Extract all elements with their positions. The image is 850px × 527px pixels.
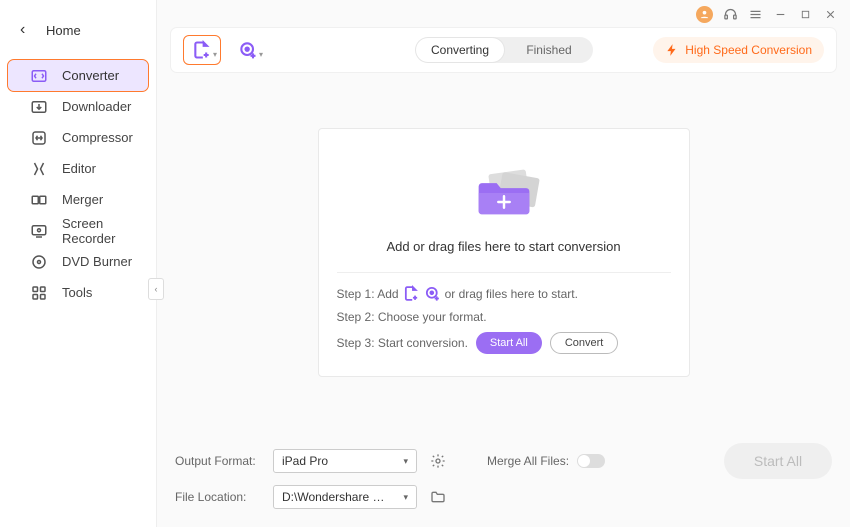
add-file-small-icon[interactable] <box>403 285 420 302</box>
tab-converting[interactable]: Converting <box>416 38 504 62</box>
back-icon: ‹ <box>20 21 30 39</box>
compress-icon <box>30 129 48 147</box>
step-3: Step 3: Start conversion. Start All Conv… <box>337 332 671 354</box>
drop-panel: Add or drag files here to start conversi… <box>318 128 690 377</box>
dvd-icon <box>30 253 48 271</box>
sidebar-item-tools[interactable]: Tools <box>8 277 148 308</box>
file-location-select[interactable]: D:\Wondershare UniConverter 1 ▾ <box>273 485 417 509</box>
convert-small-button[interactable]: Convert <box>550 332 619 354</box>
start-all-small-button[interactable]: Start All <box>476 332 542 354</box>
step3-label: Step 3: Start conversion. <box>337 336 468 350</box>
home-nav[interactable]: ‹ Home <box>0 8 156 52</box>
user-avatar[interactable] <box>696 6 713 23</box>
sidebar-item-converter[interactable]: Converter <box>8 60 148 91</box>
chevron-down-icon: ▾ <box>403 492 408 503</box>
add-dvd-button[interactable]: ▾ <box>229 35 267 65</box>
close-button[interactable] <box>823 7 838 22</box>
step1-pre: Step 1: Add <box>337 287 399 301</box>
footer: Output Format: iPad Pro ▾ Merge All File… <box>157 433 850 527</box>
sidebar-item-label: Merger <box>62 192 103 207</box>
sidebar-item-editor[interactable]: Editor <box>8 153 148 184</box>
chevron-down-icon: ▾ <box>259 50 263 59</box>
minimize-button[interactable] <box>773 7 788 22</box>
merger-icon <box>30 191 48 209</box>
step-2: Step 2: Choose your format. <box>337 310 671 324</box>
sidebar-item-label: Converter <box>62 68 119 83</box>
window-titlebar <box>157 0 850 28</box>
sidebar-item-label: Tools <box>62 285 92 300</box>
high-speed-label: High Speed Conversion <box>685 43 812 57</box>
main-area: ▾ ▾ Converting Finished High Speed Conve… <box>157 0 850 527</box>
step-1: Step 1: Add or drag files here to start. <box>337 285 671 302</box>
drop-area[interactable]: Add or drag files here to start conversi… <box>157 72 850 433</box>
output-format-label: Output Format: <box>175 454 261 468</box>
collapse-sidebar-button[interactable]: ‹ <box>148 278 164 300</box>
sidebar-item-compressor[interactable]: Compressor <box>8 122 148 153</box>
status-segmented: Converting Finished <box>415 37 593 63</box>
screenrec-icon <box>30 222 48 240</box>
add-dvd-small-icon[interactable] <box>424 285 441 302</box>
sidebar-item-label: Downloader <box>62 99 131 114</box>
toolbar: ▾ ▾ Converting Finished High Speed Conve… <box>171 28 836 72</box>
settings-icon[interactable] <box>429 452 447 470</box>
download-icon <box>30 98 48 116</box>
output-format-select[interactable]: iPad Pro ▾ <box>273 449 417 473</box>
sidebar-item-label: Screen Recorder <box>62 216 136 246</box>
sidebar-item-screen-recorder[interactable]: Screen Recorder <box>8 215 148 246</box>
chevron-down-icon: ▾ <box>213 50 217 59</box>
folder-illustration <box>459 159 549 227</box>
tab-finished[interactable]: Finished <box>505 37 593 63</box>
maximize-button[interactable] <box>798 7 813 22</box>
output-format-value: iPad Pro <box>282 454 328 468</box>
tools-icon <box>30 284 48 302</box>
high-speed-button[interactable]: High Speed Conversion <box>653 37 824 63</box>
menu-icon[interactable] <box>748 7 763 22</box>
sidebar-item-downloader[interactable]: Downloader <box>8 91 148 122</box>
merge-toggle[interactable] <box>577 454 605 468</box>
start-all-button[interactable]: Start All <box>724 443 832 479</box>
sidebar-item-merger[interactable]: Merger <box>8 184 148 215</box>
merge-all-row: Merge All Files: <box>487 454 605 468</box>
merge-label: Merge All Files: <box>487 454 569 468</box>
headset-icon[interactable] <box>723 7 738 22</box>
editor-icon <box>30 160 48 178</box>
home-label: Home <box>46 23 81 38</box>
convert-icon <box>30 67 48 85</box>
open-folder-icon[interactable] <box>429 488 447 506</box>
sidebar-item-label: Editor <box>62 161 96 176</box>
file-location-label: File Location: <box>175 490 261 504</box>
step1-post: or drag files here to start. <box>445 287 578 301</box>
sidebar-item-dvd-burner[interactable]: DVD Burner <box>8 246 148 277</box>
add-file-button[interactable]: ▾ <box>183 35 221 65</box>
sidebar-item-label: DVD Burner <box>62 254 132 269</box>
file-location-value: D:\Wondershare UniConverter 1 <box>282 490 392 504</box>
drop-message: Add or drag files here to start conversi… <box>386 239 620 254</box>
sidebar: ‹ Home Converter Downloader Compressor <box>0 0 157 527</box>
chevron-down-icon: ▾ <box>403 456 408 467</box>
bolt-icon <box>665 43 679 57</box>
sidebar-item-label: Compressor <box>62 130 133 145</box>
